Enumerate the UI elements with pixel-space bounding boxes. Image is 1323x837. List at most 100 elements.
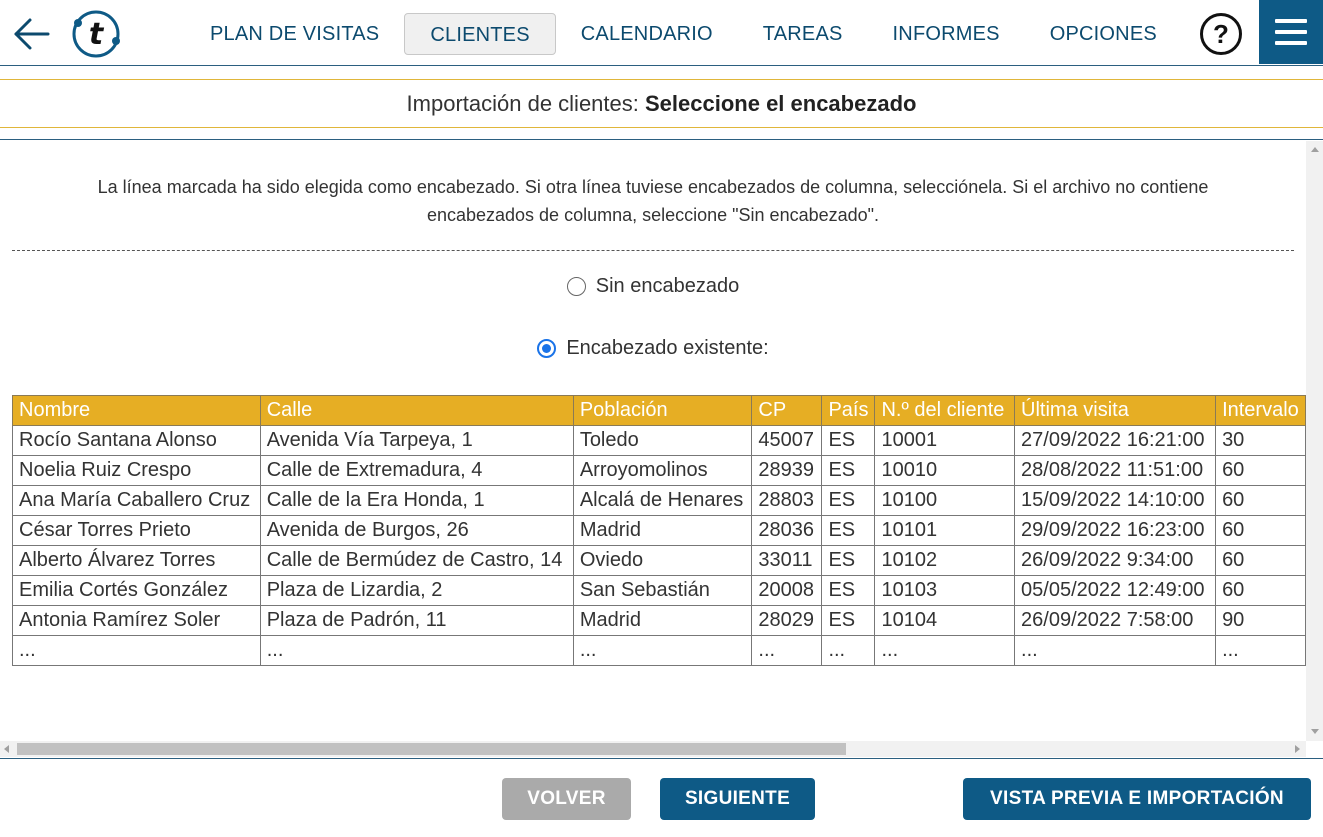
column-header: CP (751, 395, 823, 426)
table-cell: ES (821, 485, 876, 516)
table-cell: Alcalá de Henares (572, 485, 753, 516)
nav-plan-de-visitas[interactable]: PLAN DE VISITAS (185, 13, 404, 55)
table-cell: ... (751, 635, 823, 666)
table-cell: Avenida de Burgos, 26 (259, 515, 574, 546)
instructions-line-1: La línea marcada ha sido elegida como en… (97, 177, 1209, 197)
table-cell: 30 (1215, 425, 1306, 456)
table-cell: ... (259, 635, 574, 666)
table-cell: Emilia Cortés González (12, 575, 261, 606)
table-cell: 33011 (751, 545, 823, 576)
table-row[interactable]: Noelia Ruiz Crespo Calle de Extremadura, … (12, 455, 1306, 486)
table-cell: Alberto Álvarez Torres (12, 545, 261, 576)
column-header: Calle (259, 395, 574, 426)
dashed-divider (12, 250, 1294, 251)
hamburger-menu-icon[interactable] (1259, 0, 1323, 64)
column-header: País (821, 395, 876, 426)
table-cell: ... (821, 635, 876, 666)
column-header: Última visita (1014, 395, 1217, 426)
radio-no-header[interactable] (566, 277, 586, 296)
svg-text:t: t (89, 17, 105, 52)
table-cell: 27/09/2022 16:21:00 (1014, 425, 1217, 456)
page-title: Importación de clientes: Seleccione el e… (0, 79, 1323, 128)
table-cell: 20008 (751, 575, 823, 606)
horizontal-scrollbar[interactable] (0, 741, 1306, 757)
top-navigation-bar: t PLAN DE VISITAS CLIENTES CALENDARIO TA… (0, 0, 1323, 66)
table-cell: Antonia Ramírez Soler (12, 605, 261, 636)
back-button[interactable]: VOLVER (502, 778, 631, 820)
nav-informes[interactable]: INFORMES (868, 13, 1025, 55)
scroll-right-icon[interactable] (1295, 745, 1300, 753)
table-cell: 60 (1215, 575, 1306, 606)
table-cell: Noelia Ruiz Crespo (12, 455, 261, 486)
option-existing-header[interactable]: Encabezado existente: (537, 337, 769, 360)
horizontal-scrollbar-thumb[interactable] (17, 743, 846, 755)
table-cell: Rocío Santana Alonso (12, 425, 261, 456)
table-cell: 60 (1215, 455, 1306, 486)
instructions-text: La línea marcada ha sido elegida como en… (12, 173, 1294, 229)
preview-import-button[interactable]: VISTA PREVIA E IMPORTACIÓN (963, 778, 1311, 820)
nav-opciones[interactable]: OPCIONES (1025, 13, 1182, 55)
option-no-header-row: Sin encabezado (0, 275, 1306, 302)
page-title-prefix: Importación de clientes: (406, 91, 645, 116)
table-cell: ES (821, 425, 876, 456)
table-cell: Avenida Vía Tarpeya, 1 (259, 425, 574, 456)
table-cell: 10101 (874, 515, 1016, 546)
table-cell: Arroyomolinos (572, 455, 753, 486)
table-row[interactable]: Antonia Ramírez Soler Plaza de Padrón, 11… (12, 605, 1306, 636)
nav-clientes[interactable]: CLIENTES (404, 13, 556, 55)
table-cell: 60 (1215, 515, 1306, 546)
next-button[interactable]: SIGUIENTE (660, 778, 815, 820)
table-cell: Calle de Bermúdez de Castro, 14 (259, 545, 574, 576)
table-cell: 28036 (751, 515, 823, 546)
table-cell: ... (1215, 635, 1306, 666)
table-cell: 10010 (874, 455, 1016, 486)
table-cell: ES (821, 545, 876, 576)
option-no-header-label: Sin encabezado (595, 275, 740, 297)
column-header: N.º del cliente (874, 395, 1016, 426)
main-nav: PLAN DE VISITAS CLIENTES CALENDARIO TARE… (185, 13, 1182, 55)
table-row[interactable]: César Torres Prieto Avenida de Burgos, 26… (12, 515, 1306, 546)
nav-calendario[interactable]: CALENDARIO (556, 13, 738, 55)
table-cell: 05/05/2022 12:49:00 (1014, 575, 1217, 606)
option-no-header[interactable]: Sin encabezado (566, 275, 740, 298)
table-row[interactable]: ........................ (12, 635, 1306, 666)
vertical-scrollbar[interactable] (1306, 141, 1323, 741)
table-cell: 10104 (874, 605, 1016, 636)
table-header-row[interactable]: Nombre Calle Población CP País N.º del c… (12, 395, 1306, 426)
table-cell: ... (12, 635, 261, 666)
table-cell: 10100 (874, 485, 1016, 516)
table-cell: Ana María Caballero Cruz (12, 485, 261, 516)
radio-existing-header[interactable] (537, 339, 557, 358)
table-cell: 10102 (874, 545, 1016, 576)
back-arrow-icon[interactable] (12, 14, 52, 54)
scroll-down-icon[interactable] (1311, 729, 1319, 734)
t-logo-icon[interactable]: t (70, 9, 122, 59)
nav-tareas[interactable]: TAREAS (738, 13, 868, 55)
table-cell: 28/08/2022 11:51:00 (1014, 455, 1217, 486)
table-row[interactable]: Ana María Caballero Cruz Calle de la Era … (12, 485, 1306, 516)
table-cell: 90 (1215, 605, 1306, 636)
table-cell: 26/09/2022 9:34:00 (1014, 545, 1217, 576)
table-cell: Calle de la Era Honda, 1 (259, 485, 574, 516)
question-mark-icon[interactable]: ? (1200, 13, 1242, 55)
table-cell: 26/09/2022 7:58:00 (1014, 605, 1217, 636)
table-cell: Oviedo (572, 545, 753, 576)
option-existing-header-row: Encabezado existente: (0, 337, 1306, 364)
preview-table: Nombre Calle Población CP País N.º del c… (12, 395, 1306, 666)
table-cell: 15/09/2022 14:10:00 (1014, 485, 1217, 516)
table-row[interactable]: Emilia Cortés González Plaza de Lizardia,… (12, 575, 1306, 606)
table-cell: ... (1014, 635, 1217, 666)
table-cell: ES (821, 455, 876, 486)
table-cell: César Torres Prieto (12, 515, 261, 546)
divider (0, 139, 1323, 140)
table-cell: ES (821, 515, 876, 546)
table-row[interactable]: Alberto Álvarez Torres Calle de Bermúdez … (12, 545, 1306, 576)
main-content: La línea marcada ha sido elegida como en… (0, 141, 1306, 741)
table-cell: ... (572, 635, 753, 666)
table-row[interactable]: Rocío Santana Alonso Avenida Vía Tarpeya,… (12, 425, 1306, 456)
table-cell: 60 (1215, 485, 1306, 516)
scroll-up-icon[interactable] (1311, 147, 1319, 152)
table-cell: 10103 (874, 575, 1016, 606)
scroll-left-icon[interactable] (4, 745, 9, 753)
table-cell: San Sebastián (572, 575, 753, 606)
